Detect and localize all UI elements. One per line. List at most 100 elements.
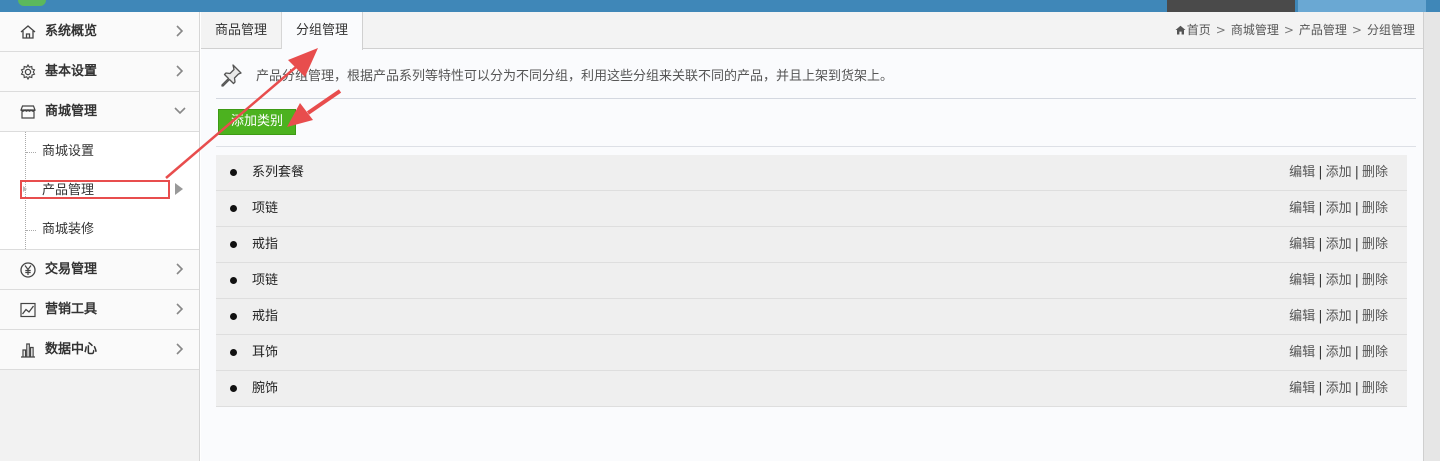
home-icon	[20, 25, 36, 39]
chevron-right-icon	[176, 65, 184, 77]
add-link[interactable]: 添加	[1326, 381, 1352, 396]
bullet-icon	[230, 349, 237, 356]
edit-link[interactable]: 编辑	[1289, 273, 1315, 288]
sidebar-item-trade-management[interactable]: 交易管理	[0, 250, 199, 290]
row-actions: 编辑 | 添加 | 删除	[1289, 371, 1388, 407]
tree-connector	[26, 230, 36, 231]
add-link[interactable]: 添加	[1326, 273, 1352, 288]
action-separator: |	[1354, 237, 1359, 252]
bullet-icon	[230, 205, 237, 212]
edit-link[interactable]: 编辑	[1289, 201, 1315, 216]
delete-link[interactable]: 删除	[1362, 345, 1388, 360]
edit-link[interactable]: 编辑	[1289, 237, 1315, 252]
sidebar-subitem-product-management[interactable]: 产品管理	[0, 171, 199, 210]
sidebar-item-label: 数据中心	[45, 342, 98, 357]
breadcrumb-separator: >	[1215, 23, 1226, 37]
category-row: 戒指 编辑 | 添加 | 删除	[216, 299, 1407, 335]
gear-icon	[20, 63, 36, 81]
action-separator: |	[1318, 309, 1323, 324]
breadcrumb: 首页 > 商城管理 > 产品管理 > 分组管理	[1175, 12, 1415, 49]
sidebar-item-label: 营销工具	[45, 302, 98, 317]
action-separator: |	[1318, 165, 1323, 180]
bullet-icon	[230, 277, 237, 284]
row-actions: 编辑 | 添加 | 删除	[1289, 155, 1388, 191]
category-name: 腕饰	[252, 381, 279, 396]
add-link[interactable]: 添加	[1326, 309, 1352, 324]
sidebar-item-label: 系统概览	[45, 24, 98, 39]
delete-link[interactable]: 删除	[1362, 381, 1388, 396]
add-link[interactable]: 添加	[1326, 345, 1352, 360]
category-name: 戒指	[252, 309, 279, 324]
action-separator: |	[1318, 273, 1323, 288]
divider	[216, 146, 1416, 147]
edit-link[interactable]: 编辑	[1289, 345, 1315, 360]
sidebar-subitem-mall-settings[interactable]: 商城设置	[0, 132, 199, 171]
breadcrumb-current: 分组管理	[1366, 23, 1415, 37]
action-separator: |	[1354, 201, 1359, 216]
sidebar-item-label: 基本设置	[45, 64, 98, 79]
breadcrumb-link[interactable]: 产品管理	[1299, 23, 1347, 37]
category-name: 戒指	[252, 237, 279, 252]
add-link[interactable]: 添加	[1326, 165, 1352, 180]
home-icon	[1175, 25, 1186, 35]
chevron-right-icon	[176, 263, 184, 275]
action-separator: |	[1354, 345, 1359, 360]
row-actions: 编辑 | 添加 | 删除	[1289, 335, 1388, 371]
delete-link[interactable]: 删除	[1362, 201, 1388, 216]
action-separator: |	[1354, 273, 1359, 288]
delete-link[interactable]: 删除	[1362, 309, 1388, 324]
vertical-scrollbar[interactable]	[1423, 12, 1440, 461]
tab-group-management[interactable]: 分组管理	[282, 12, 363, 50]
add-link[interactable]: 添加	[1326, 201, 1352, 216]
sidebar-item-mall-management[interactable]: 商城管理	[0, 92, 199, 132]
delete-link[interactable]: 删除	[1362, 165, 1388, 180]
delete-link[interactable]: 删除	[1362, 273, 1388, 288]
store-icon	[20, 105, 36, 119]
row-actions: 编辑 | 添加 | 删除	[1289, 191, 1388, 227]
main-content: 商品管理 分组管理 首页 > 商城管理 > 产品管理 > 分组管理 产品分组管理，根据产品系…	[201, 12, 1423, 461]
notice-bar: 产品分组管理，根据产品系列等特性可以分为不同分组，利用这些分组来关联不同的产品，…	[216, 57, 1416, 99]
chevron-right-icon	[176, 25, 184, 37]
tab-product-management[interactable]: 商品管理	[201, 12, 282, 49]
action-separator: |	[1318, 381, 1323, 396]
add-link[interactable]: 添加	[1326, 237, 1352, 252]
chevron-right-icon	[176, 303, 184, 315]
sidebar-item-label: 商城管理	[45, 104, 98, 119]
bullet-icon	[230, 241, 237, 248]
logo-icon	[18, 0, 46, 6]
sidebar-item-marketing-tools[interactable]: 营销工具	[0, 290, 199, 330]
edit-link[interactable]: 编辑	[1289, 381, 1315, 396]
action-separator: |	[1318, 201, 1323, 216]
category-name: 项链	[252, 201, 279, 216]
category-row: 系列套餐 编辑 | 添加 | 删除	[216, 155, 1407, 191]
edit-link[interactable]: 编辑	[1289, 165, 1315, 180]
sidebar-item-basic-settings[interactable]: 基本设置	[0, 52, 199, 92]
category-row: 项链 编辑 | 添加 | 删除	[216, 191, 1407, 227]
trend-chart-icon	[20, 302, 36, 318]
sidebar-item-overview[interactable]: 系统概览	[0, 12, 199, 52]
add-category-button[interactable]: 添加类别	[218, 109, 296, 135]
edit-link[interactable]: 编辑	[1289, 309, 1315, 324]
breadcrumb-separator: >	[1283, 23, 1294, 37]
bar-chart-icon	[21, 343, 35, 358]
sidebar-subitem-label: 商城设置	[42, 144, 95, 159]
row-actions: 编辑 | 添加 | 删除	[1289, 263, 1388, 299]
top-bar-dark-segment	[1167, 0, 1295, 12]
category-row: 项链 编辑 | 添加 | 删除	[216, 263, 1407, 299]
action-separator: |	[1354, 381, 1359, 396]
row-actions: 编辑 | 添加 | 删除	[1289, 299, 1388, 335]
sidebar-subitem-mall-decoration[interactable]: 商城装修	[0, 210, 199, 249]
category-name: 耳饰	[252, 345, 279, 360]
sidebar-item-label: 交易管理	[45, 262, 98, 277]
yen-circle-icon	[20, 262, 36, 278]
breadcrumb-link[interactable]: 商城管理	[1231, 23, 1279, 37]
breadcrumb-separator: >	[1351, 23, 1362, 37]
sidebar-submenu: 商城设置 产品管理 商城装修	[0, 132, 199, 250]
delete-link[interactable]: 删除	[1362, 237, 1388, 252]
sidebar-item-data-center[interactable]: 数据中心	[0, 330, 199, 370]
category-list: 系列套餐 编辑 | 添加 | 删除 项链 编辑 | 添加 | 删除 戒指 编辑 | 添加 | 删除 项链…	[216, 155, 1407, 407]
chevron-right-icon	[176, 343, 184, 355]
bullet-icon	[230, 385, 237, 392]
breadcrumb-home-link[interactable]: 首页	[1187, 23, 1211, 37]
notice-text: 产品分组管理，根据产品系列等特性可以分为不同分组，利用这些分组来关联不同的产品，…	[256, 69, 894, 84]
